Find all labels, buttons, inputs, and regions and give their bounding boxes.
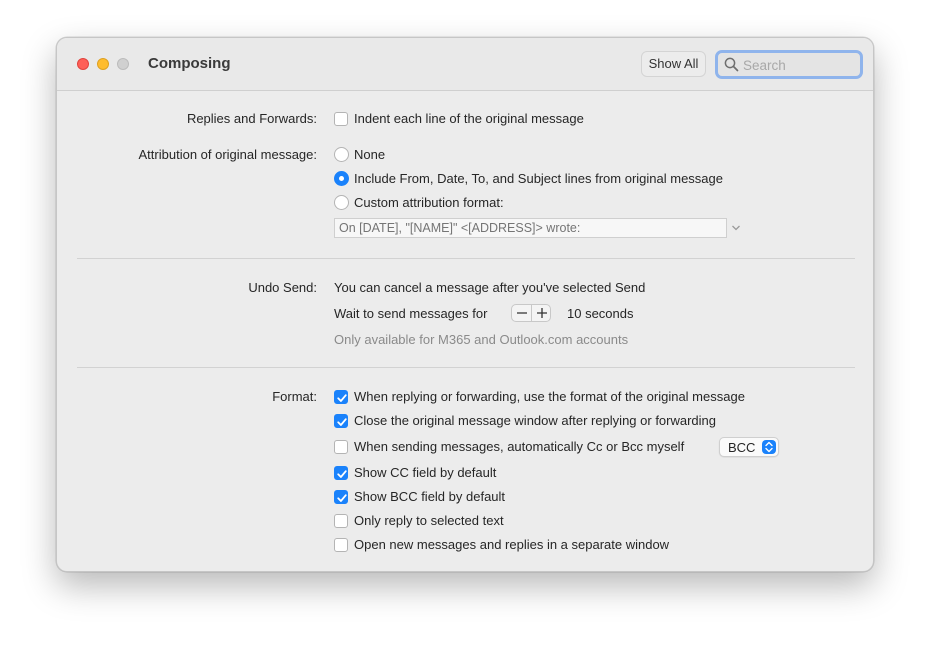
preferences-window: Composing Show All Replies and Forwards:… xyxy=(56,37,874,572)
decrement-button[interactable] xyxy=(512,305,532,321)
increment-button[interactable] xyxy=(532,305,550,321)
attribution-include-radio[interactable] xyxy=(334,171,349,186)
minus-icon xyxy=(517,312,527,314)
attribution-custom-label: Custom attribution format: xyxy=(354,195,504,210)
attribution-custom-radio[interactable] xyxy=(334,195,349,210)
close-original-window-checkbox[interactable] xyxy=(334,414,348,428)
undo-send-label: Undo Send: xyxy=(248,280,317,295)
indent-lines-checkbox[interactable] xyxy=(334,112,348,126)
up-down-arrows-icon xyxy=(762,440,776,454)
reply-selected-text-label: Only reply to selected text xyxy=(354,513,504,528)
search-input[interactable] xyxy=(743,54,855,76)
minimize-window-button[interactable] xyxy=(97,58,109,70)
undo-send-description: You can cancel a message after you've se… xyxy=(334,280,646,295)
undo-send-note: Only available for M365 and Outlook.com … xyxy=(334,332,629,347)
custom-attribution-input[interactable] xyxy=(334,218,727,238)
window-title: Composing xyxy=(148,55,231,72)
search-icon xyxy=(724,57,739,72)
checkmark-icon xyxy=(337,494,347,502)
use-original-format-label: When replying or forwarding, use the for… xyxy=(354,389,745,404)
chevron-down-icon[interactable] xyxy=(731,224,741,232)
auto-cc-bcc-checkbox[interactable] xyxy=(334,440,348,454)
show-cc-field-label: Show CC field by default xyxy=(354,465,497,480)
checkmark-icon xyxy=(337,394,347,402)
checkmark-icon xyxy=(337,418,347,426)
section-divider xyxy=(77,258,855,259)
indent-lines-label: Indent each line of the original message xyxy=(354,111,584,126)
zoom-window-button[interactable] xyxy=(117,58,129,70)
attribution-include-label: Include From, Date, To, and Subject line… xyxy=(354,171,723,186)
close-window-button[interactable] xyxy=(77,58,89,70)
auto-cc-bcc-label: When sending messages, automatically Cc … xyxy=(354,439,685,454)
plus-icon xyxy=(537,308,547,318)
wait-time-value: 10 seconds xyxy=(567,306,634,321)
wait-to-send-label: Wait to send messages for xyxy=(334,306,488,321)
open-separate-window-label: Open new messages and replies in a separ… xyxy=(354,537,670,552)
attribution-label: Attribution of original message: xyxy=(138,147,317,162)
search-field[interactable] xyxy=(715,50,863,79)
show-bcc-field-label: Show BCC field by default xyxy=(354,489,506,504)
format-label: Format: xyxy=(272,389,317,404)
attribution-none-radio[interactable] xyxy=(334,147,349,162)
close-original-window-label: Close the original message window after … xyxy=(354,413,717,428)
section-divider xyxy=(77,367,855,368)
title-bar: Composing Show All xyxy=(57,38,873,91)
show-bcc-field-checkbox[interactable] xyxy=(334,490,348,504)
checkmark-icon xyxy=(337,470,347,478)
reply-selected-text-checkbox[interactable] xyxy=(334,514,348,528)
use-original-format-checkbox[interactable] xyxy=(334,390,348,404)
cc-bcc-selected-value: BCC xyxy=(728,440,756,455)
show-all-button[interactable]: Show All xyxy=(641,51,706,77)
open-separate-window-checkbox[interactable] xyxy=(334,538,348,552)
replies-forwards-label: Replies and Forwards: xyxy=(186,111,317,126)
wait-time-stepper[interactable] xyxy=(511,304,551,322)
attribution-none-label: None xyxy=(354,147,386,162)
show-cc-field-checkbox[interactable] xyxy=(334,466,348,480)
cc-bcc-popup[interactable]: BCC xyxy=(719,437,779,457)
